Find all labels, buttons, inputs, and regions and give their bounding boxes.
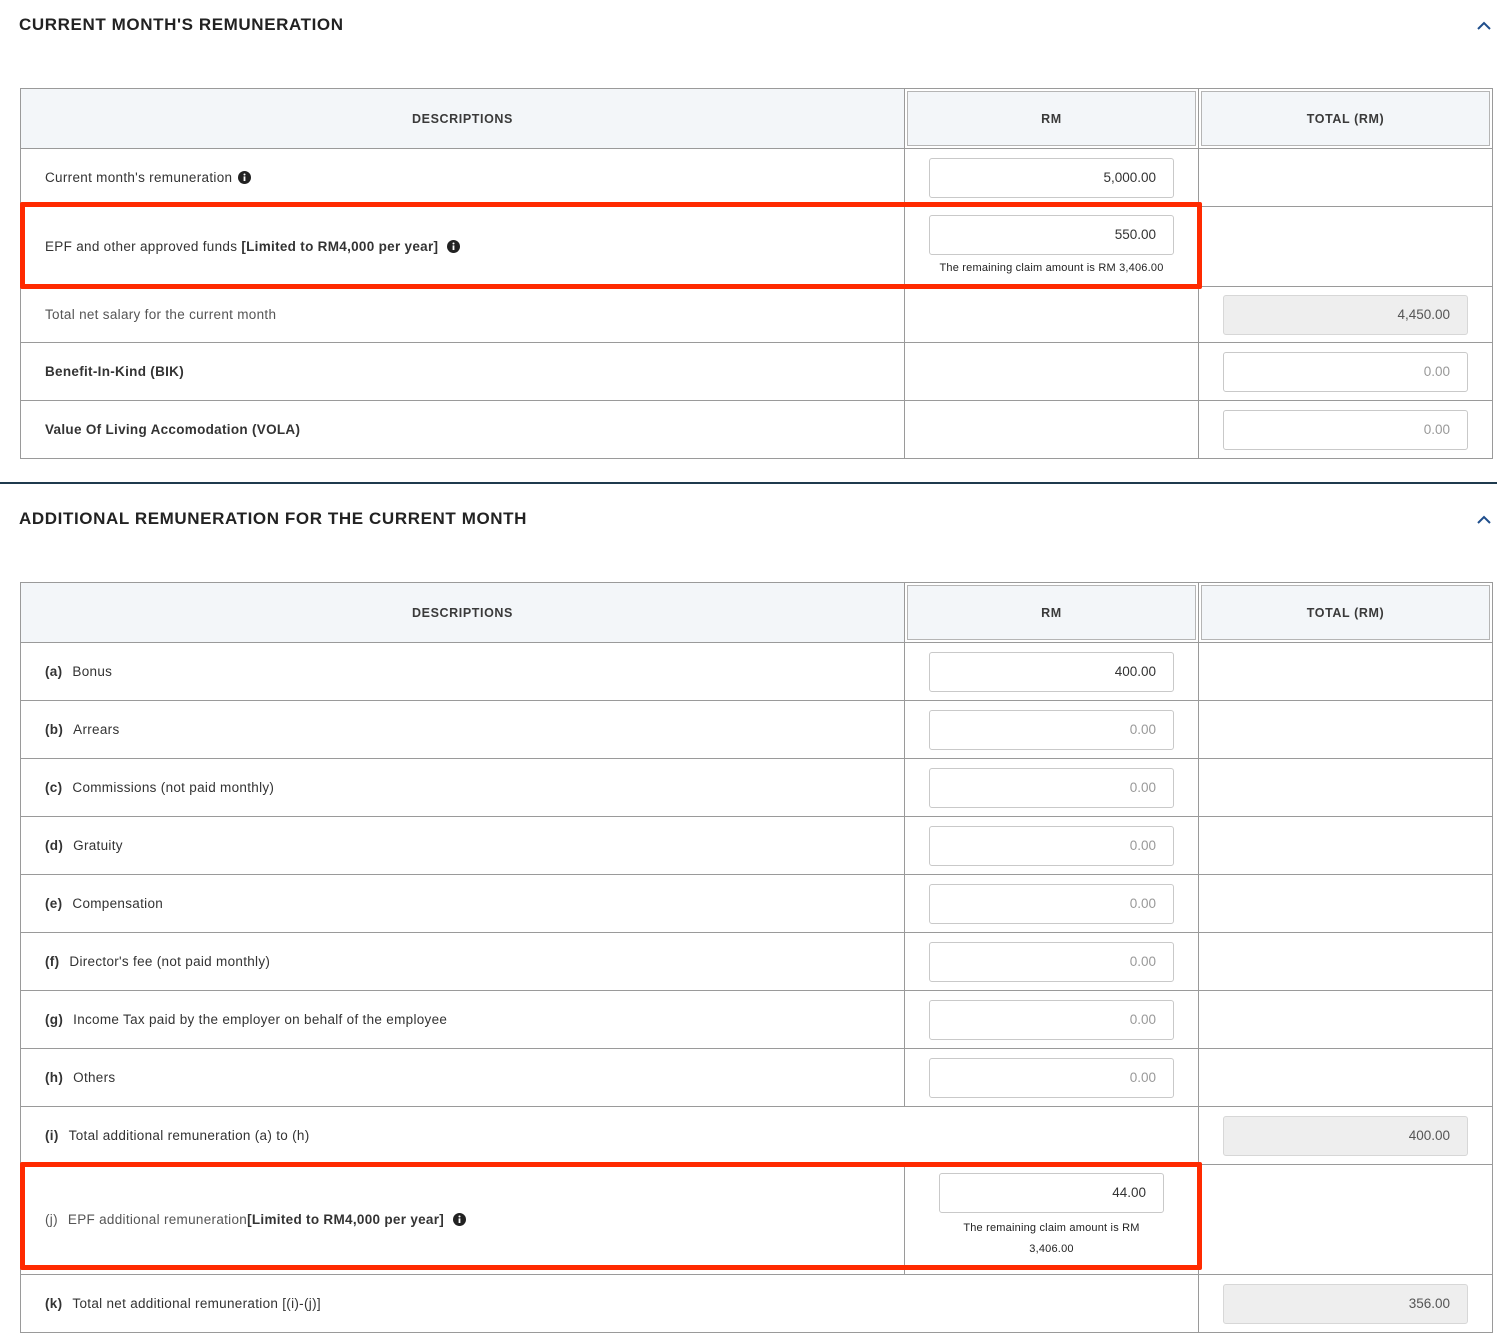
- additional-remuneration-table: DESCRIPTIONS RM TOTAL (RM) (a) Bonus 400.0…: [20, 582, 1493, 1333]
- row-label-bik: Benefit-In-Kind (BIK): [20, 342, 905, 401]
- section-title-additional: ADDITIONAL REMUNERATION FOR THE CURRENT …: [19, 509, 528, 528]
- net-salary-total: 4,450.00: [1223, 294, 1468, 335]
- item-amount-input[interactable]: 0.00: [929, 1057, 1174, 1098]
- item-amount-input[interactable]: 0.00: [929, 709, 1174, 750]
- epf-input[interactable]: 550.00: [929, 215, 1174, 255]
- table-row: (j) EPF additional remuneration[Limited t…: [20, 1164, 1493, 1275]
- table-row: Benefit-In-Kind (BIK) 0.00: [20, 342, 1493, 401]
- row-label-vola: Value Of Living Accomodation (VOLA): [20, 400, 905, 459]
- header-descriptions: DESCRIPTIONS: [20, 88, 905, 149]
- table-row: (b) Arrears 0.00: [20, 700, 1493, 759]
- item-label: Others: [73, 1070, 116, 1085]
- chevron-up-icon[interactable]: [1475, 511, 1493, 529]
- vola-input[interactable]: 0.00: [1223, 409, 1468, 450]
- table-row: (c) Commissions (not paid monthly) 0.00: [20, 758, 1493, 817]
- item-label: Gratuity: [73, 838, 123, 853]
- table-row: Current month's remuneration 5,000.00: [20, 148, 1493, 207]
- item-amount-input[interactable]: 0.00: [929, 941, 1174, 982]
- bik-input[interactable]: 0.00: [1223, 351, 1468, 392]
- item-label: Arrears: [73, 722, 120, 737]
- table-row: (i) Total additional remuneration (a) to …: [20, 1106, 1493, 1165]
- total-additional-output: 400.00: [1223, 1115, 1468, 1156]
- table-row: (h) Others 0.00: [20, 1048, 1493, 1107]
- table-row: (g) Income Tax paid by the employer on be…: [20, 990, 1493, 1049]
- table-row: (a) Bonus 400.00: [20, 642, 1493, 701]
- info-circle-icon[interactable]: [447, 240, 461, 253]
- table-row: (k) Total net additional remuneration [(i…: [20, 1274, 1493, 1333]
- current-remuneration-input[interactable]: 5,000.00: [929, 157, 1174, 198]
- epf-additional-hint-line1: The remaining claim amount is RM: [963, 1222, 1140, 1234]
- row-label-epf: EPF and other approved funds: [45, 239, 242, 254]
- header-total: TOTAL (RM): [1198, 88, 1493, 149]
- table-row: (e) Compensation 0.00: [20, 874, 1493, 933]
- epf-additional-input[interactable]: 44.00: [939, 1173, 1164, 1213]
- net-additional-output: 356.00: [1223, 1283, 1468, 1324]
- item-label: Commissions (not paid monthly): [72, 780, 275, 795]
- header-descriptions: DESCRIPTIONS: [20, 582, 905, 643]
- table-row: EPF and other approved funds [Limited to…: [20, 206, 1493, 287]
- item-amount-input[interactable]: 0.00: [929, 883, 1174, 924]
- section-title-current-month: CURRENT MONTH'S REMUNERATION: [19, 15, 344, 34]
- chevron-up-icon[interactable]: [1475, 17, 1493, 35]
- table-row: Total net salary for the current month 4…: [20, 286, 1493, 343]
- item-amount-input[interactable]: 0.00: [929, 825, 1174, 866]
- header-rm: RM: [904, 582, 1199, 643]
- epf-remaining-hint: The remaining claim amount is RM 3,406.0…: [939, 262, 1164, 274]
- item-amount-input[interactable]: 0.00: [929, 767, 1174, 808]
- row-label-net-salary: Total net salary for the current month: [20, 286, 905, 343]
- item-label: Compensation: [72, 896, 164, 911]
- row-label-current: Current month's remuneration: [20, 148, 905, 207]
- table-row: (d) Gratuity 0.00: [20, 816, 1493, 875]
- item-amount-input[interactable]: 0.00: [929, 999, 1174, 1040]
- info-circle-icon[interactable]: [238, 171, 252, 184]
- header-rm: RM: [904, 88, 1199, 149]
- row-label-epf-j: EPF additional remuneration: [67, 1212, 248, 1227]
- section-divider: [0, 482, 1497, 484]
- item-label: Bonus: [72, 664, 113, 679]
- item-label: Income Tax paid by the employer on behal…: [73, 1012, 448, 1027]
- item-amount-input[interactable]: 400.00: [929, 651, 1174, 692]
- row-label-total-i: Total additional remuneration (a) to (h): [68, 1128, 310, 1143]
- item-label: Director's fee (not paid monthly): [69, 954, 271, 969]
- row-label-net-k: Total net additional remuneration [(i)-(…: [72, 1296, 321, 1311]
- table-row: (f) Director's fee (not paid monthly) 0.00: [20, 932, 1493, 991]
- epf-additional-hint-line2: 3,406.00: [1029, 1243, 1074, 1255]
- current-month-table: DESCRIPTIONS RM TOTAL (RM) Current month…: [20, 88, 1493, 459]
- info-circle-icon[interactable]: [453, 1213, 467, 1226]
- table-row: Value Of Living Accomodation (VOLA) 0.00: [20, 400, 1493, 459]
- header-total: TOTAL (RM): [1198, 582, 1493, 643]
